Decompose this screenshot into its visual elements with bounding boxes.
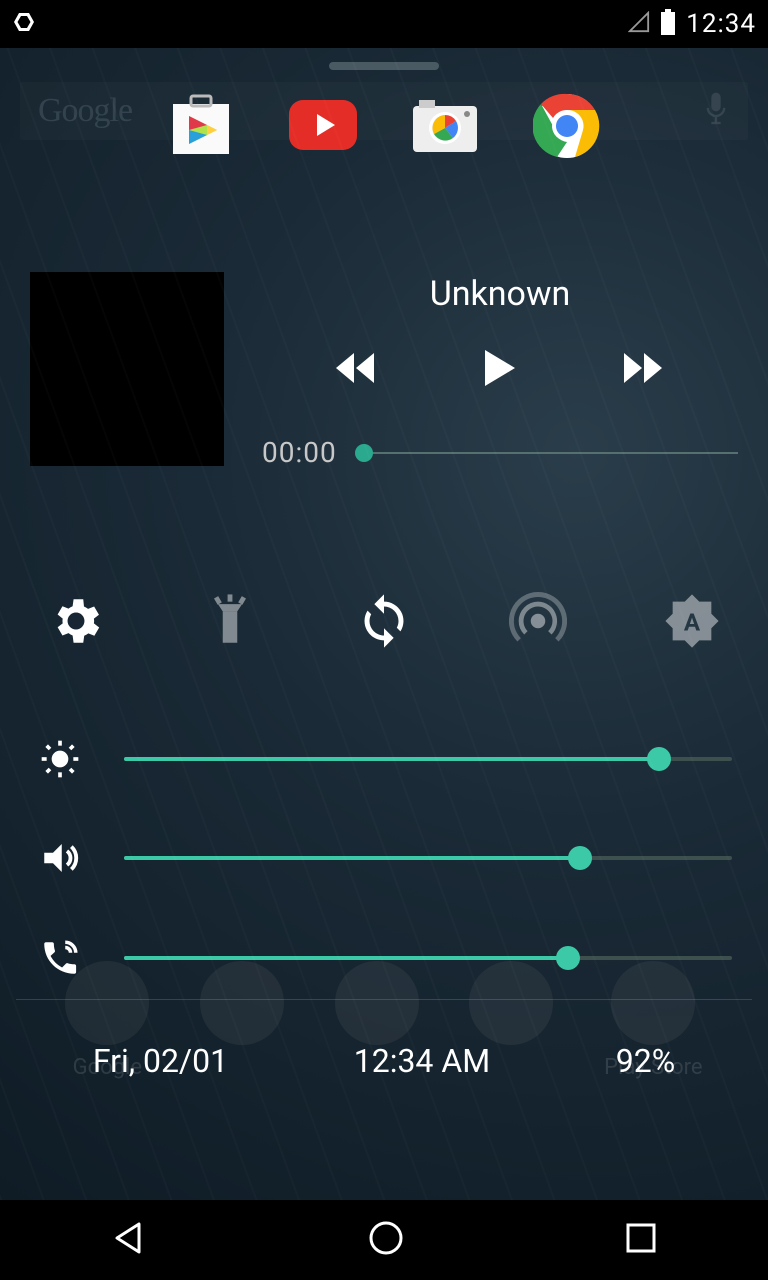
volume-icon	[36, 837, 84, 879]
app-shortcut-row	[0, 90, 768, 162]
quick-toggles: A	[44, 589, 724, 653]
mic-icon[interactable]	[702, 90, 730, 132]
footer-battery[interactable]: 92%	[616, 1042, 675, 1080]
brightness-thumb[interactable]	[647, 747, 671, 771]
toggle-sync[interactable]	[352, 589, 416, 653]
divider	[16, 999, 752, 1000]
toggle-flashlight[interactable]	[198, 589, 262, 653]
footer-time[interactable]: 12:34 AM	[354, 1042, 490, 1080]
wallpaper: Google Play Store Google	[0, 48, 768, 1200]
search-widget[interactable]: Google	[20, 82, 748, 140]
play-button[interactable]	[483, 348, 517, 392]
volume-slider-row	[36, 837, 732, 879]
ringer-slider[interactable]	[124, 956, 732, 960]
footer-date[interactable]: Fri, 02/01	[93, 1042, 228, 1080]
nav-back[interactable]	[109, 1218, 149, 1262]
nav-recent[interactable]	[623, 1220, 659, 1260]
next-button[interactable]	[622, 351, 666, 389]
nav-bar	[0, 1200, 768, 1280]
ringer-icon	[36, 937, 84, 979]
seek-thumb[interactable]	[355, 444, 373, 462]
battery-icon	[660, 9, 676, 39]
media-widget: Unknown 00:00	[30, 272, 738, 469]
brightness-slider[interactable]	[124, 757, 732, 761]
brightness-slider-row	[36, 739, 732, 779]
volume-slider[interactable]	[124, 856, 732, 860]
status-clock: 12:34	[686, 9, 756, 39]
app-chrome[interactable]	[531, 90, 603, 162]
ringer-slider-row	[36, 937, 732, 979]
ringer-thumb[interactable]	[556, 946, 580, 970]
volume-thumb[interactable]	[568, 846, 592, 870]
seek-bar[interactable]	[357, 452, 738, 454]
footer-info: Fri, 02/01 12:34 AM 92%	[0, 1042, 768, 1080]
media-time: 00:00	[262, 436, 337, 469]
toggle-auto-brightness[interactable]: A	[660, 589, 724, 653]
app-play-store[interactable]	[165, 90, 237, 162]
widget-panel: Google Unknown	[0, 48, 768, 1200]
status-bar: 12:34	[0, 0, 768, 48]
nut-icon	[12, 10, 36, 38]
app-camera[interactable]	[409, 90, 481, 162]
google-logo: Google	[38, 92, 132, 130]
track-title: Unknown	[262, 274, 738, 314]
toggle-hotspot[interactable]	[506, 589, 570, 653]
brightness-icon	[36, 739, 84, 779]
pull-handle[interactable]	[329, 62, 439, 70]
bg-apps: Google Play Store	[0, 961, 768, 1080]
album-art[interactable]	[30, 272, 224, 466]
nav-home[interactable]	[366, 1218, 406, 1262]
svg-text:A: A	[684, 609, 701, 637]
signal-icon	[628, 11, 650, 37]
app-youtube[interactable]	[287, 90, 359, 162]
toggle-settings[interactable]	[44, 589, 108, 653]
prev-button[interactable]	[334, 351, 378, 389]
sliders	[36, 739, 732, 979]
